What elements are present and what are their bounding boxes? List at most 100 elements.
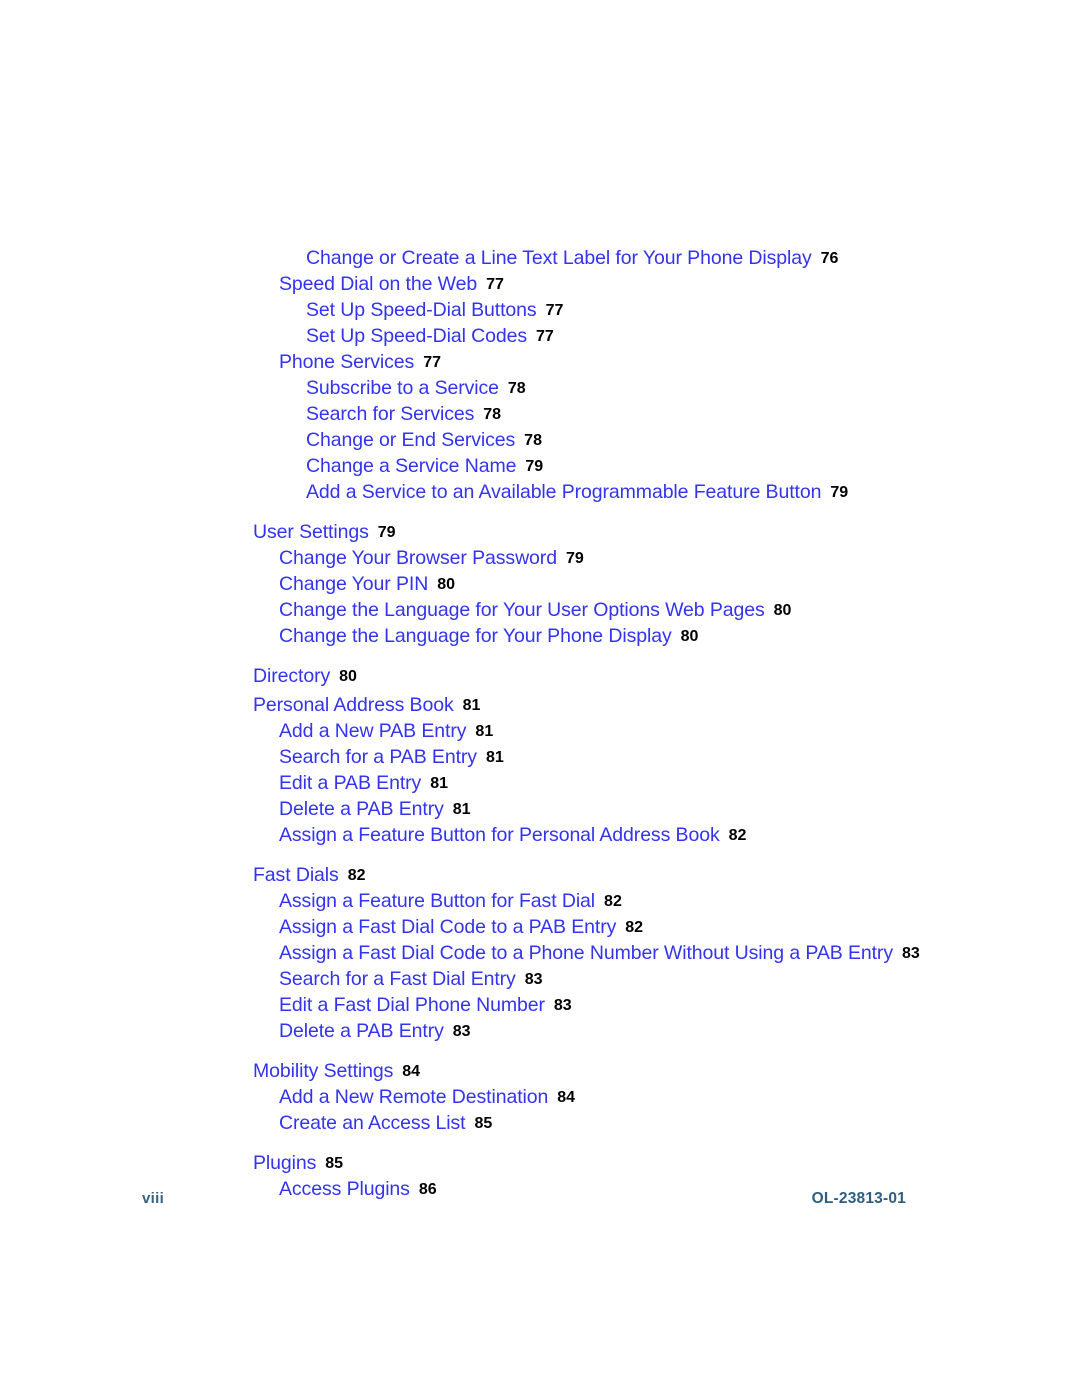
toc-entry-page-number: 81 bbox=[462, 697, 481, 714]
toc-entry-page-number: 83 bbox=[901, 945, 920, 962]
toc-entry-title: Plugins bbox=[253, 1152, 317, 1174]
toc-entry-page-number: 80 bbox=[437, 576, 455, 593]
toc-entry-page-number: 82 bbox=[347, 867, 366, 884]
toc-entry[interactable]: Search for a Fast Dial Entry 83 bbox=[0, 967, 1080, 993]
toc-entry-title: Directory bbox=[253, 665, 331, 687]
toc-entry-page-number: 83 bbox=[452, 1023, 471, 1040]
toc-entry-title: Delete a PAB Entry bbox=[279, 798, 444, 820]
toc-entry-title: Mobility Settings bbox=[253, 1060, 394, 1082]
toc-entry[interactable]: Change a Service Name 79 bbox=[0, 454, 1080, 480]
toc-entry-page-number: 81 bbox=[430, 775, 448, 792]
toc-entry[interactable]: Edit a Fast Dial Phone Number 83 bbox=[0, 993, 1080, 1019]
toc-entry-title: Phone Services bbox=[279, 351, 415, 373]
toc-entry-title: Assign a Feature Button for Fast Dial bbox=[279, 890, 596, 912]
toc-entry-page-number: 79 bbox=[525, 458, 544, 475]
toc-entry[interactable]: Fast Dials 82 bbox=[0, 863, 1080, 889]
toc-entry-title: Change Your PIN bbox=[279, 573, 429, 595]
toc-entry-title: Subscribe to a Service bbox=[306, 377, 499, 399]
toc-entry-title: Set Up Speed-Dial Buttons bbox=[306, 299, 537, 321]
toc-entry-title: Assign a Feature Button for Personal Add… bbox=[279, 824, 720, 846]
toc-entry-page-number: 80 bbox=[773, 602, 792, 619]
toc-entry[interactable]: Create an Access List 85 bbox=[0, 1111, 1080, 1137]
toc-entry-title: User Settings bbox=[253, 521, 369, 543]
toc-entry[interactable]: Assign a Fast Dial Code to a PAB Entry 82 bbox=[0, 915, 1080, 941]
toc-entry[interactable]: Edit a PAB Entry 81 bbox=[0, 771, 1080, 797]
toc-entry[interactable]: Directory 80 bbox=[0, 664, 1080, 690]
toc-entry-page-number: 77 bbox=[536, 328, 554, 345]
toc-entry[interactable]: Delete a PAB Entry 83 bbox=[0, 1019, 1080, 1045]
toc-entry-page-number: 84 bbox=[402, 1063, 421, 1080]
toc-entry[interactable]: Plugins 85 bbox=[0, 1151, 1080, 1177]
toc-entry-title: Add a Service to an Available Programmab… bbox=[306, 481, 822, 503]
toc-entry[interactable]: Add a New PAB Entry 81 bbox=[0, 719, 1080, 745]
toc-entry[interactable]: Assign a Feature Button for Personal Add… bbox=[0, 823, 1080, 849]
toc-entry-page-number: 80 bbox=[339, 668, 357, 685]
toc-entry[interactable]: Change the Language for Your Phone Displ… bbox=[0, 624, 1080, 650]
toc-entry-title: Change or Create a Line Text Label for Y… bbox=[306, 247, 812, 269]
toc-entry-title: Fast Dials bbox=[253, 864, 339, 886]
toc-entry[interactable]: Add a Service to an Available Programmab… bbox=[0, 480, 1080, 506]
toc-entry[interactable]: Set Up Speed-Dial Buttons 77 bbox=[0, 298, 1080, 324]
toc-entry[interactable]: Change Your PIN 80 bbox=[0, 572, 1080, 598]
footer-page-number: viii bbox=[142, 1190, 165, 1207]
toc-entry-page-number: 78 bbox=[524, 432, 542, 449]
toc-entry[interactable]: Subscribe to a Service 78 bbox=[0, 376, 1080, 402]
toc-entry-page-number: 85 bbox=[474, 1115, 493, 1132]
toc-entry-title: Change the Language for Your Phone Displ… bbox=[279, 625, 672, 647]
toc-entry[interactable]: Set Up Speed-Dial Codes 77 bbox=[0, 324, 1080, 350]
toc-entry[interactable]: Phone Services 77 bbox=[0, 350, 1080, 376]
toc-entry-title: Assign a Fast Dial Code to a PAB Entry bbox=[279, 916, 617, 938]
toc-entry-page-number: 82 bbox=[604, 893, 622, 910]
toc-entry-title: Personal Address Book bbox=[253, 694, 454, 716]
toc-entry-page-number: 84 bbox=[557, 1089, 576, 1106]
toc-entry-page-number: 80 bbox=[680, 628, 699, 645]
toc-entry-page-number: 83 bbox=[553, 997, 572, 1014]
toc-entry-title: Speed Dial on the Web bbox=[279, 273, 478, 295]
toc-entry-page-number: 82 bbox=[625, 919, 644, 936]
toc-entry-title: Assign a Fast Dial Code to a Phone Numbe… bbox=[279, 942, 893, 964]
toc-entry-page-number: 79 bbox=[565, 550, 584, 567]
toc-entry-title: Change the Language for Your User Option… bbox=[279, 599, 765, 621]
toc-entry-page-number: 81 bbox=[475, 723, 494, 740]
toc-entry-page-number: 82 bbox=[728, 827, 747, 844]
toc-entry[interactable]: Assign a Feature Button for Fast Dial 82 bbox=[0, 889, 1080, 915]
toc-entry[interactable]: Search for Services 78 bbox=[0, 402, 1080, 428]
toc-entry-title: Search for a Fast Dial Entry bbox=[279, 968, 516, 990]
toc-entry-page-number: 77 bbox=[423, 354, 441, 371]
document-page: Change or Create a Line Text Label for Y… bbox=[0, 0, 1080, 1397]
toc-entry[interactable]: Assign a Fast Dial Code to a Phone Numbe… bbox=[0, 941, 1080, 967]
toc-entry-title: Add a New PAB Entry bbox=[279, 720, 467, 742]
toc-entry[interactable]: Delete a PAB Entry 81 bbox=[0, 797, 1080, 823]
toc-entry-title: Set Up Speed-Dial Codes bbox=[306, 325, 527, 347]
toc-entry[interactable]: Search for a PAB Entry 81 bbox=[0, 745, 1080, 771]
toc-entry-page-number: 78 bbox=[507, 380, 526, 397]
toc-entry-page-number: 77 bbox=[486, 276, 504, 293]
toc-entry[interactable]: Add a New Remote Destination 84 bbox=[0, 1085, 1080, 1111]
toc-entry-title: Search for Services bbox=[306, 403, 475, 425]
toc-entry-page-number: 79 bbox=[830, 484, 849, 501]
toc-entry-title: Create an Access List bbox=[279, 1112, 466, 1134]
toc-entry[interactable]: Speed Dial on the Web 77 bbox=[0, 272, 1080, 298]
page-footer: viii OL-23813-01 bbox=[0, 1190, 1080, 1216]
toc-entry-title: Add a New Remote Destination bbox=[279, 1086, 549, 1108]
toc-entry-page-number: 78 bbox=[483, 406, 502, 423]
toc-entry-title: Search for a PAB Entry bbox=[279, 746, 477, 768]
toc-entry[interactable]: Mobility Settings 84 bbox=[0, 1059, 1080, 1085]
toc-entry[interactable]: Change Your Browser Password 79 bbox=[0, 546, 1080, 572]
toc-entry[interactable]: Change the Language for Your User Option… bbox=[0, 598, 1080, 624]
toc-entry-page-number: 77 bbox=[545, 302, 564, 319]
toc-entry-page-number: 85 bbox=[325, 1155, 344, 1172]
toc-entry-page-number: 81 bbox=[452, 801, 471, 818]
toc-entry[interactable]: User Settings 79 bbox=[0, 520, 1080, 546]
toc-entry[interactable]: Change or End Services 78 bbox=[0, 428, 1080, 454]
toc-entry-title: Change Your Browser Password bbox=[279, 547, 557, 569]
toc-entry-page-number: 79 bbox=[377, 524, 396, 541]
toc-entry-page-number: 81 bbox=[485, 749, 504, 766]
toc-entry[interactable]: Personal Address Book 81 bbox=[0, 693, 1080, 719]
toc-entry-title: Change or End Services bbox=[306, 429, 516, 451]
toc-entry-page-number: 76 bbox=[820, 250, 839, 267]
toc-entry[interactable]: Change or Create a Line Text Label for Y… bbox=[0, 246, 1080, 272]
toc-entry-page-number: 83 bbox=[524, 971, 543, 988]
toc-entry-title: Edit a PAB Entry bbox=[279, 772, 422, 794]
toc-entry-title: Change a Service Name bbox=[306, 455, 517, 477]
